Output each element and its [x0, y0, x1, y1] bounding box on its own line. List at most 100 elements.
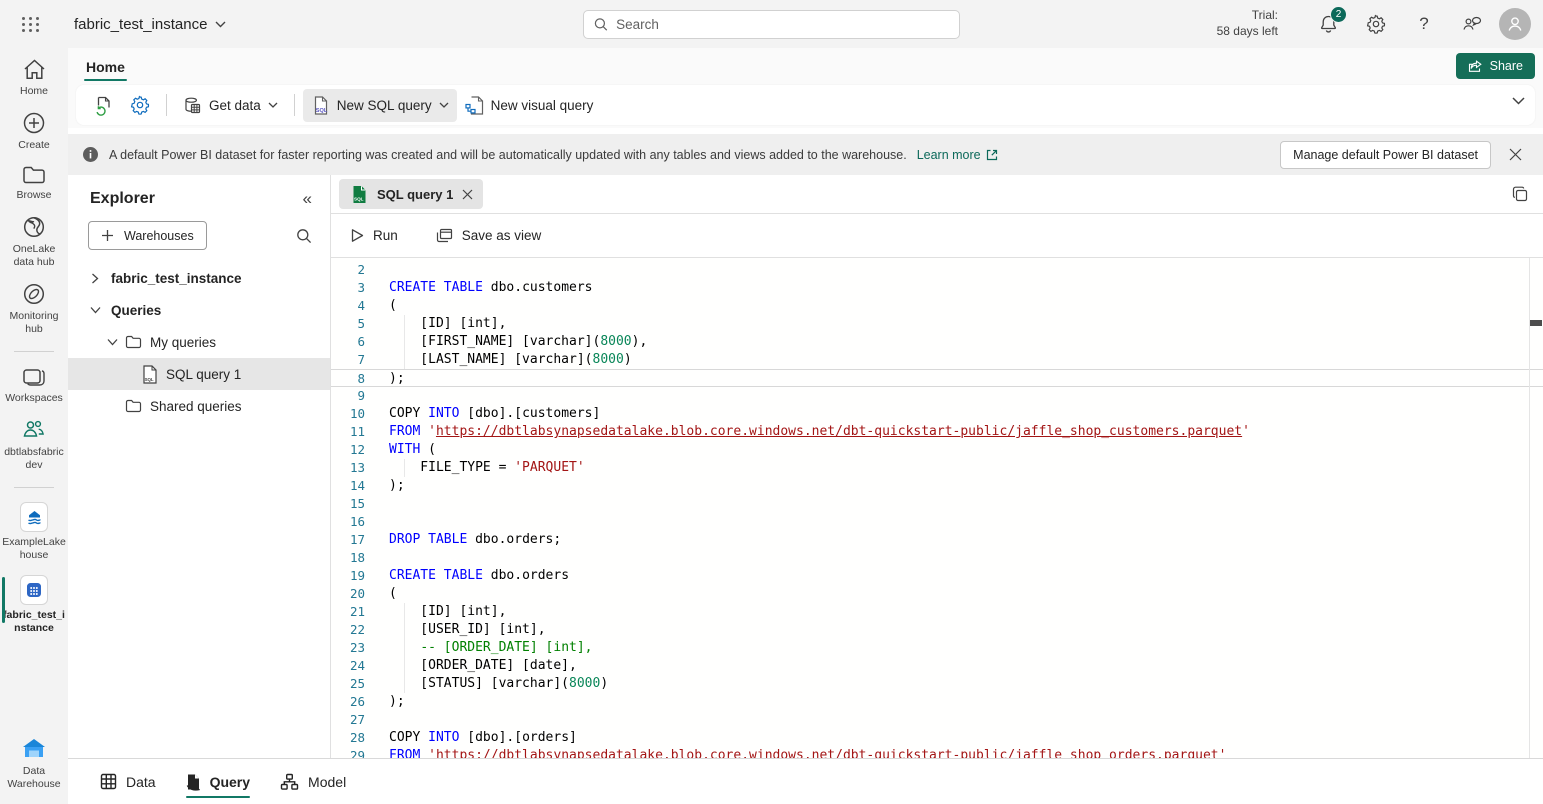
tree-item-label: Queries	[111, 303, 161, 318]
model-nodes-icon	[280, 773, 299, 791]
code-line[interactable]: 29FROM 'https://dbtlabsynapsedatalake.bl…	[331, 747, 1543, 758]
code-line[interactable]: 4(	[331, 297, 1543, 315]
query-tab[interactable]: SQL SQL query 1	[339, 179, 483, 209]
chevron-down-icon[interactable]	[105, 338, 119, 346]
copy-icon[interactable]	[1511, 185, 1529, 203]
chevron-down-icon[interactable]	[88, 306, 102, 314]
code-text: [STATUS] [varchar](8000)	[389, 675, 608, 693]
tree-item-sql-query-1[interactable]: SQLSQL query 1	[68, 358, 330, 390]
view-tab-model[interactable]: Model	[280, 759, 346, 804]
tool-settings-button[interactable]	[122, 89, 158, 121]
add-warehouses-button[interactable]: Warehouses	[88, 221, 207, 250]
code-line[interactable]: 13 FILE_TYPE = 'PARQUET'	[331, 459, 1543, 477]
code-line[interactable]: 24 [ORDER_DATE] [date],	[331, 657, 1543, 675]
code-line[interactable]: 21 [ID] [int],	[331, 603, 1543, 621]
nav-item-label: Home	[2, 85, 66, 98]
editor-scrollbar[interactable]	[1529, 258, 1543, 758]
line-number: 4	[331, 297, 371, 315]
code-line[interactable]: 20(	[331, 585, 1543, 603]
workspace-switcher[interactable]: fabric_test_instance	[74, 16, 226, 33]
code-line[interactable]: 15	[331, 495, 1543, 513]
collapse-explorer-icon[interactable]: «	[303, 189, 312, 209]
line-number: 16	[331, 513, 371, 531]
code-line[interactable]: 27	[331, 711, 1543, 729]
nav-item-create[interactable]: Create	[0, 111, 68, 152]
chevron-down-icon	[215, 21, 226, 28]
code-line[interactable]: 18	[331, 549, 1543, 567]
code-line[interactable]: 19CREATE TABLE dbo.orders	[331, 567, 1543, 585]
collapse-ribbon-chevron-icon[interactable]	[1512, 97, 1525, 105]
line-number: 3	[331, 279, 371, 297]
banner-close-button[interactable]	[1501, 141, 1529, 169]
plus-icon	[101, 229, 114, 242]
tree-item-queries[interactable]: Queries	[68, 294, 330, 326]
app-launcher-waffle-icon[interactable]	[14, 0, 48, 48]
nav-item-workspaces[interactable]: Workspaces	[0, 366, 68, 405]
chevron-right-icon[interactable]	[88, 273, 102, 284]
help-button[interactable]: ?	[1413, 13, 1435, 35]
nav-item-data-warehouse[interactable]: Data Warehouse	[0, 737, 68, 791]
code-line[interactable]: 25 [STATUS] [varchar](8000)	[331, 675, 1543, 693]
code-line[interactable]: 6 [FIRST_NAME] [varchar](8000),	[331, 333, 1543, 351]
gear-icon	[1366, 14, 1386, 34]
nav-item-browse[interactable]: Browse	[0, 165, 68, 202]
run-button[interactable]: Run	[345, 223, 404, 248]
tab-home[interactable]: Home	[82, 59, 129, 83]
nav-item-dbtlabsfabricdev[interactable]: dbtlabsfabricdev	[0, 418, 68, 472]
global-search[interactable]	[583, 10, 960, 39]
sql-code-editor[interactable]: 23CREATE TABLE dbo.customers4(5 [ID] [in…	[331, 258, 1543, 758]
tree-item-my-queries[interactable]: My queries	[68, 326, 330, 358]
save-as-view-button[interactable]: Save as view	[430, 223, 548, 248]
code-line[interactable]: 2	[331, 261, 1543, 279]
line-number: 2	[331, 261, 371, 279]
nav-item-home[interactable]: Home	[0, 58, 68, 98]
toolbar-divider	[166, 94, 167, 116]
tree-item-fabric-test-instance[interactable]: fabric_test_instance	[68, 262, 330, 294]
view-tab-query[interactable]: Query	[186, 759, 250, 804]
code-line[interactable]: 26);	[331, 693, 1543, 711]
notifications-button[interactable]: 2	[1317, 13, 1339, 35]
refresh-button[interactable]	[86, 89, 122, 122]
code-line[interactable]: 14);	[331, 477, 1543, 495]
manage-dataset-button[interactable]: Manage default Power BI dataset	[1280, 141, 1491, 169]
code-line[interactable]: 28COPY INTO [dbo].[orders]	[331, 729, 1543, 747]
code-line[interactable]: 8);	[331, 369, 1543, 387]
close-tab-icon[interactable]	[462, 189, 473, 200]
line-number: 21	[331, 603, 371, 621]
explorer-search-icon[interactable]	[296, 228, 312, 244]
code-line[interactable]: 17DROP TABLE dbo.orders;	[331, 531, 1543, 549]
nav-item-examplelakehouse[interactable]: ExampleLakehouse	[0, 502, 68, 562]
code-line[interactable]: 22 [USER_ID] [int],	[331, 621, 1543, 639]
code-text: [ORDER_DATE] [date],	[389, 657, 577, 675]
code-line[interactable]: 11FROM 'https://dbtlabsynapsedatalake.bl…	[331, 423, 1543, 441]
code-line[interactable]: 7 [LAST_NAME] [varchar](8000)	[331, 351, 1543, 369]
nav-item-onelake-data-hub[interactable]: OneLake data hub	[0, 215, 68, 269]
onelake-icon	[22, 215, 46, 239]
code-line[interactable]: 9	[331, 387, 1543, 405]
line-number: 26	[331, 693, 371, 711]
code-line[interactable]: 12WITH (	[331, 441, 1543, 459]
nav-item-fabric-test-instance[interactable]: fabric_test_instance	[0, 575, 68, 635]
code-line[interactable]: 16	[331, 513, 1543, 531]
nav-item-monitoring-hub[interactable]: Monitoring hub	[0, 282, 68, 336]
get-data-button[interactable]: Get data	[175, 90, 286, 121]
code-line[interactable]: 3CREATE TABLE dbo.customers	[331, 279, 1543, 297]
learn-more-link[interactable]: Learn more	[917, 148, 998, 162]
code-line[interactable]: 5 [ID] [int],	[331, 315, 1543, 333]
new-sql-query-button[interactable]: SQL New SQL query	[303, 89, 457, 122]
account-avatar[interactable]	[1499, 8, 1531, 40]
notification-badge: 2	[1330, 6, 1347, 23]
tree-item-shared-queries[interactable]: Shared queries	[68, 390, 330, 422]
code-line[interactable]: 10COPY INTO [dbo].[customers]	[331, 405, 1543, 423]
feedback-button[interactable]	[1461, 13, 1483, 35]
workspace-title: fabric_test_instance	[74, 16, 207, 33]
settings-button[interactable]	[1365, 13, 1387, 35]
explorer-panel: Explorer « Warehouses fabric_test_instan…	[68, 175, 331, 758]
code-line[interactable]: 23 -- [ORDER_DATE] [int],	[331, 639, 1543, 657]
nav-item-label: OneLake data hub	[2, 243, 66, 269]
line-number: 12	[331, 441, 371, 459]
search-input[interactable]	[616, 17, 949, 32]
share-button[interactable]: Share	[1456, 53, 1535, 79]
view-tab-data[interactable]: Data	[100, 759, 156, 804]
new-visual-query-button[interactable]: New visual query	[457, 89, 602, 122]
